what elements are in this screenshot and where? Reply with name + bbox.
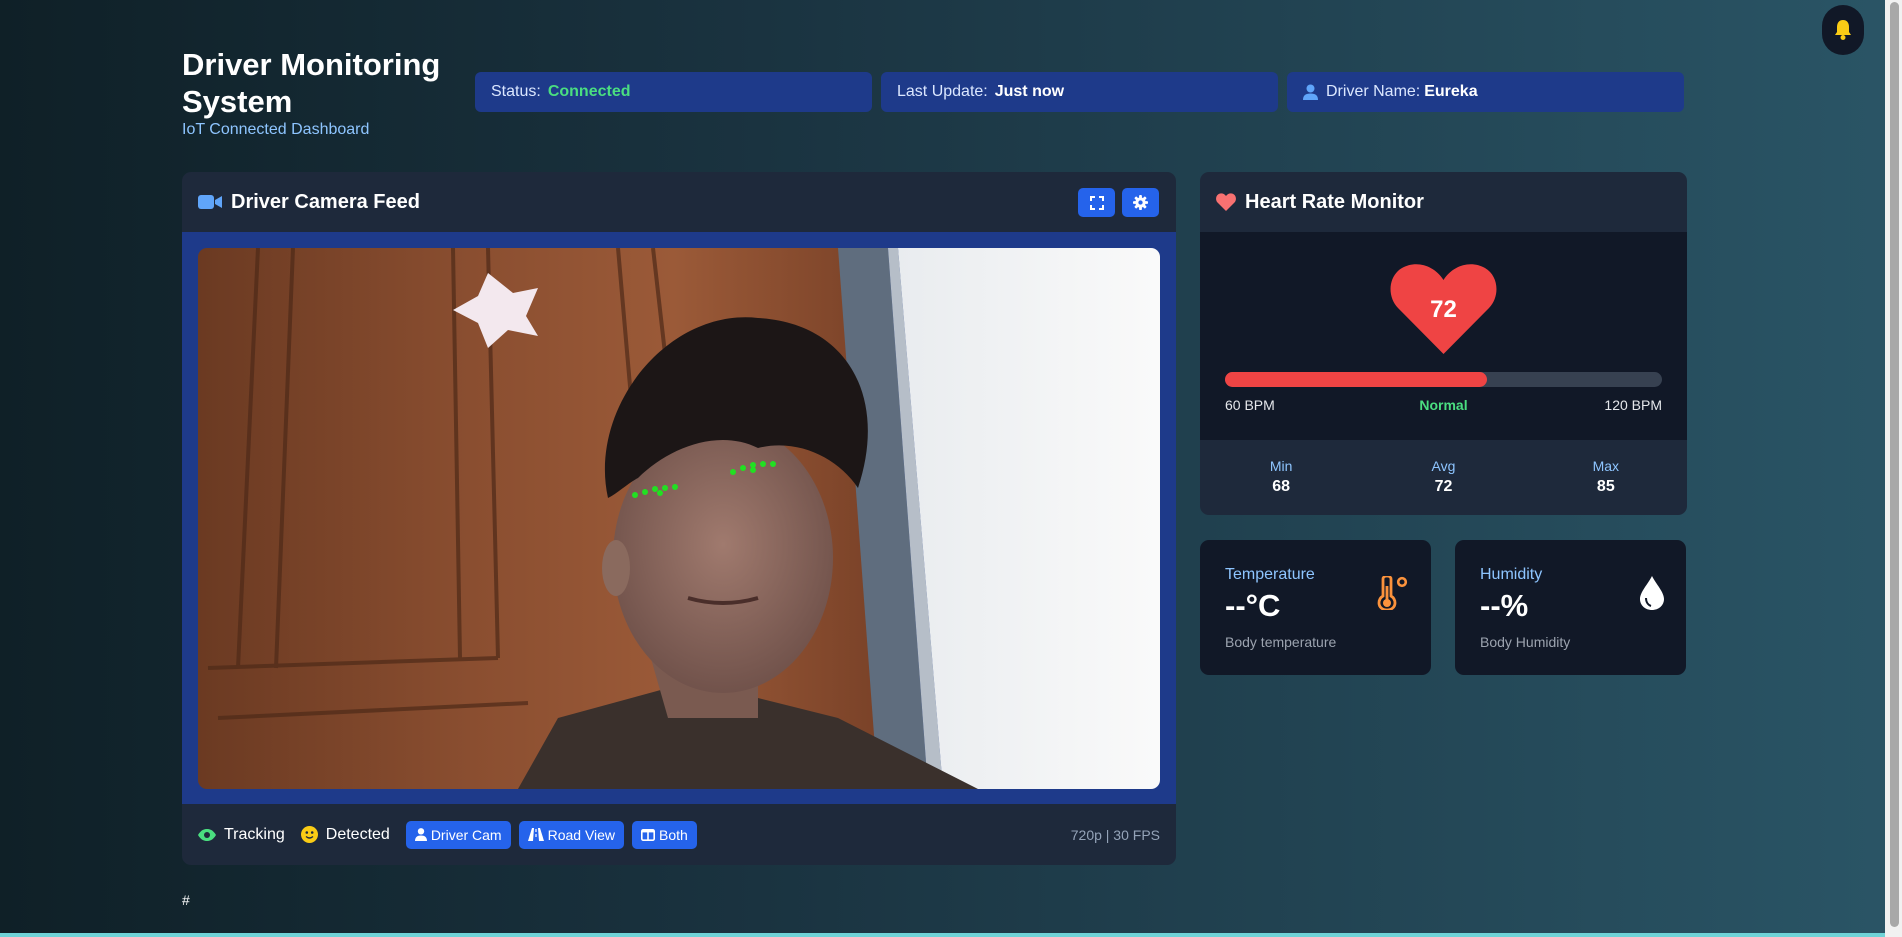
both-view-label: Both: [659, 826, 688, 843]
page-title: Driver Monitoring System: [182, 47, 441, 119]
stat-min: Min 68: [1200, 440, 1362, 515]
temperature-value: --°C: [1225, 588, 1281, 623]
heart-rate-card: Heart Rate Monitor 72 60 BPM Normal 120 …: [1200, 172, 1687, 515]
camera-image: [198, 248, 1160, 789]
last-update: Last Update: Just now: [881, 72, 1278, 112]
user-icon: [414, 828, 427, 841]
user-icon: [1303, 84, 1318, 100]
road-view-label: Road View: [547, 826, 616, 843]
update-label: Last Update:: [897, 83, 988, 100]
heart-rate-title: Heart Rate Monitor: [1245, 190, 1424, 213]
eye-icon: [198, 828, 216, 841]
resolution-text: 720p | 30 FPS: [1070, 826, 1160, 843]
detected-label: Detected: [325, 825, 390, 843]
bottom-strip: [0, 933, 1885, 937]
bell-icon: [1835, 20, 1851, 40]
stat-value: 85: [1596, 478, 1615, 495]
droplet-icon: [1640, 576, 1664, 610]
stat-avg: Avg 72: [1362, 440, 1524, 515]
temperature-description: Body temperature: [1225, 634, 1337, 650]
driver-name: Driver Name: Eureka: [1287, 72, 1684, 112]
driver-camera-video[interactable]: [198, 248, 1160, 789]
humidity-description: Body Humidity: [1480, 634, 1571, 650]
notification-button[interactable]: [1822, 5, 1864, 55]
road-view-button[interactable]: Road View: [518, 820, 625, 849]
stat-value: 68: [1272, 478, 1291, 495]
camera-title: Driver Camera Feed: [231, 190, 420, 213]
camera-footer: Tracking Detected Driver Cam Road View B…: [182, 804, 1176, 865]
temperature-card: Temperature --°C Body temperature: [1200, 540, 1431, 675]
humidity-value: --%: [1480, 588, 1529, 623]
connection-status: Status: Connected: [475, 72, 872, 112]
humidity-label: Humidity: [1480, 566, 1543, 583]
video-camera-icon: [198, 195, 222, 209]
driver-value: Eureka: [1424, 83, 1478, 100]
header: Driver Monitoring System IoT Connected D…: [182, 46, 1687, 142]
driver-cam-label: Driver Cam: [430, 826, 502, 843]
heart-rate-header: Heart Rate Monitor: [1200, 172, 1687, 232]
video-frame: [182, 232, 1176, 804]
heart-rate-bar-fill: [1225, 372, 1488, 387]
brand: Driver Monitoring System IoT Connected D…: [182, 46, 452, 139]
scrollbar-thumb[interactable]: [1890, 2, 1899, 927]
heart-icon: [1216, 193, 1236, 211]
columns-icon: [641, 828, 656, 841]
thermometer-icon: [1377, 576, 1408, 610]
heart-rate-display: 72 60 BPM Normal 120 BPM: [1200, 232, 1687, 440]
driver-label: Driver Name:: [1326, 83, 1421, 100]
hr-max-label: 120 BPM: [1604, 397, 1662, 413]
stat-max: Max 85: [1525, 440, 1687, 515]
gear-icon: [1133, 195, 1148, 210]
detection-indicator: Detected: [300, 825, 390, 844]
fullscreen-button[interactable]: [1078, 188, 1115, 217]
temperature-label: Temperature: [1225, 566, 1315, 583]
humidity-card: Humidity --% Body Humidity: [1455, 540, 1686, 675]
both-view-button[interactable]: Both: [632, 820, 697, 849]
stat-value: 72: [1434, 478, 1453, 495]
camera-settings-button[interactable]: [1122, 188, 1159, 217]
status-label: Status:: [491, 83, 541, 100]
page-subtitle: IoT Connected Dashboard: [182, 121, 370, 138]
status-value: Connected: [547, 83, 631, 100]
stat-label: Min: [1269, 458, 1293, 474]
stat-label: Avg: [1431, 458, 1456, 474]
camera-card-header: Driver Camera Feed: [182, 172, 1176, 232]
road-icon: [527, 828, 544, 841]
footer-anchor[interactable]: #: [182, 892, 190, 908]
driver-cam-button[interactable]: Driver Cam: [405, 820, 511, 849]
heart-rate-bar: [1225, 372, 1662, 387]
camera-card: Driver Camera Feed Tracking Detected Dri…: [182, 172, 1176, 865]
scrollbar[interactable]: [1885, 0, 1902, 937]
heart-rate-value: 72: [1430, 296, 1457, 323]
stat-label: Max: [1592, 458, 1620, 474]
heart-rate-stats: Min 68 Avg 72 Max 85: [1200, 440, 1687, 515]
tracking-label: Tracking: [224, 825, 285, 843]
tracking-indicator: Tracking: [198, 826, 285, 844]
update-value: Just now: [994, 83, 1065, 100]
expand-icon: [1089, 195, 1104, 210]
smile-icon: [300, 826, 318, 843]
